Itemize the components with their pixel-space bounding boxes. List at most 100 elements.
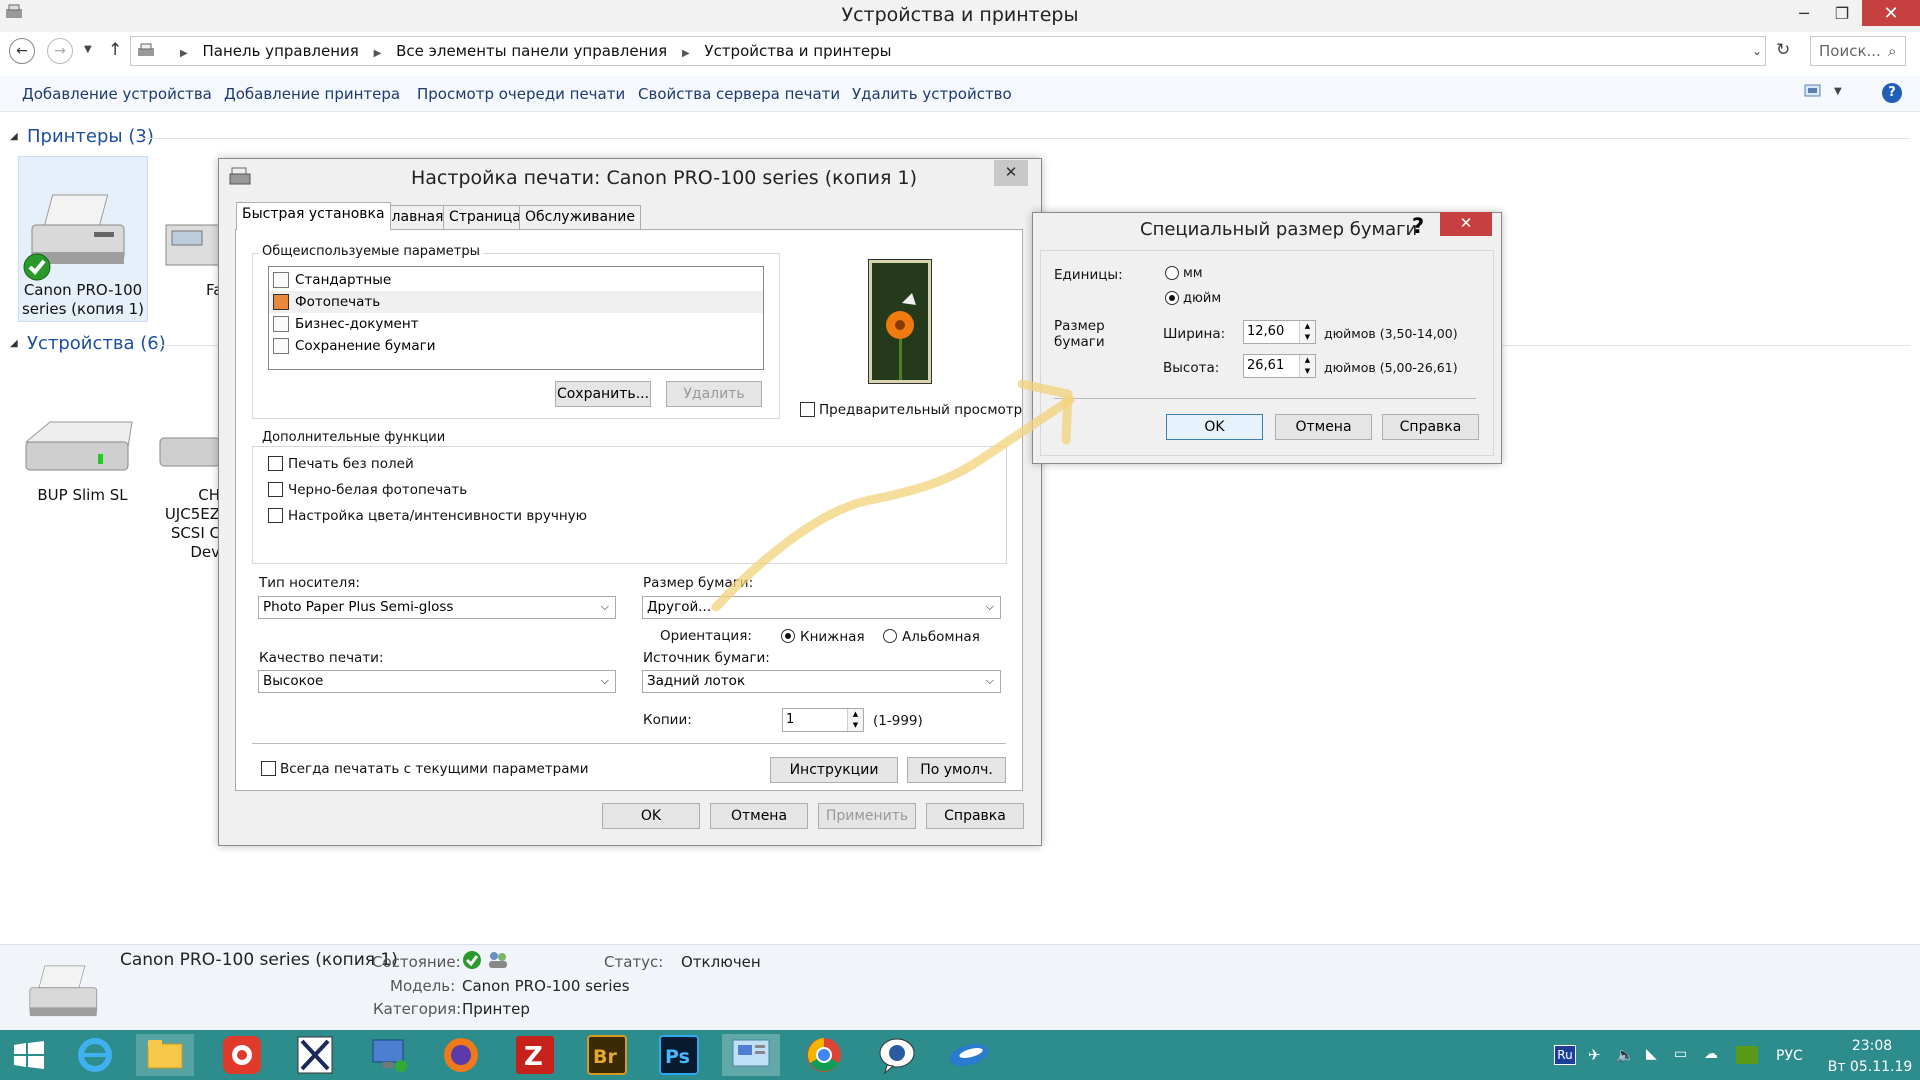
internet-explorer-icon[interactable] [66,1034,124,1076]
delete-button[interactable]: Удалить [666,381,762,407]
paper-size-label: Размер бумаги: [643,575,754,591]
stepper-arrows-icon[interactable]: ▲ ▼ [1299,355,1315,377]
search-icon[interactable]: ⌕ [1888,42,1896,60]
photoshop-icon[interactable]: Ps [650,1034,708,1076]
always-print-checkbox[interactable] [261,761,276,776]
chat-icon[interactable] [868,1034,926,1076]
paper-size-select[interactable]: Другой... ⌵ [642,596,1001,619]
custom-cancel-button[interactable]: Отмена [1275,414,1372,440]
start-button[interactable] [12,1040,46,1070]
filezilla-icon[interactable]: Z [506,1034,564,1076]
language-badge[interactable]: Ru [1554,1045,1576,1065]
refresh-icon[interactable]: ↻ [1776,40,1790,60]
firefox-icon[interactable] [432,1034,490,1076]
list-item-paper-saving[interactable]: Сохранение бумаги [269,335,763,357]
list-item-standard[interactable]: Стандартные [269,269,763,291]
stepper-arrows-icon[interactable]: ▲ ▼ [1299,321,1315,343]
context-help-button[interactable]: ? [1412,214,1424,238]
devices-group-header[interactable]: Устройства (6) [27,333,166,354]
app-red-icon[interactable] [213,1034,271,1076]
back-button[interactable]: ← [9,38,35,64]
media-type-select[interactable]: Photo Paper Plus Semi-gloss ⌵ [258,596,616,619]
drive-icon[interactable] [20,412,135,482]
cloud-icon[interactable]: ☁ [1704,1046,1718,1062]
collapse-devices-icon[interactable]: ◢ [10,338,18,349]
print-apply-button[interactable]: Применить [818,803,916,829]
file-explorer-icon[interactable] [136,1034,194,1076]
view-options-icon[interactable] [1804,84,1822,98]
unit-inch-radio[interactable] [1165,291,1179,305]
instructions-button[interactable]: Инструкции [770,757,898,783]
collapse-printers-icon[interactable]: ◢ [10,131,18,142]
remove-device-button[interactable]: Удалить устройство [852,85,1012,103]
paper-saving-icon [273,338,289,354]
help-icon[interactable]: ? [1882,83,1902,103]
landscape-radio[interactable] [883,629,897,643]
common-settings-list[interactable]: Стандартные Фотопечать Бизнес-документ С… [268,266,764,370]
volume-icon[interactable]: 🔈 [1616,1046,1635,1064]
custom-dialog-close-button[interactable]: ✕ [1440,212,1492,236]
print-quality-select[interactable]: Высокое ⌵ [258,670,616,693]
print-cancel-button[interactable]: Отмена [710,803,808,829]
bridge-icon[interactable]: Br [578,1034,636,1076]
copies-stepper[interactable]: 1 ▲ ▼ [782,708,864,732]
width-stepper[interactable]: 12,60 ▲ ▼ [1243,320,1316,344]
tab-page-setup[interactable]: Страница [443,205,527,229]
unit-mm-radio[interactable] [1165,266,1179,280]
input-language[interactable]: РУС [1776,1048,1803,1064]
portrait-radio[interactable] [781,629,795,643]
chevron-down-icon[interactable]: ⌄ [1752,44,1762,58]
list-item-business[interactable]: Бизнес-документ [269,313,763,335]
paper-source-select[interactable]: Задний лоток ⌵ [642,670,1001,693]
stepper-arrows-icon[interactable]: ▲ ▼ [847,709,863,731]
breadcrumb-item[interactable]: Все элементы панели управления [396,42,667,60]
clock-date[interactable]: Вт 05.11.19 [1822,1059,1918,1075]
network-icon[interactable]: ◣ [1646,1046,1657,1062]
tab-maintenance[interactable]: Обслуживание [519,205,641,229]
up-button[interactable]: ↑ [108,40,122,60]
portrait-label: Книжная [800,629,865,645]
save-button[interactable]: Сохранить... [555,381,651,407]
print-ok-button[interactable]: OK [602,803,700,829]
close-button[interactable]: ✕ [1862,0,1920,26]
list-item-label: Стандартные [295,272,392,288]
height-stepper[interactable]: 26,61 ▲ ▼ [1243,354,1316,378]
custom-help-button[interactable]: Справка [1382,414,1479,440]
control-panel-icon[interactable] [722,1034,780,1076]
grayscale-photo-checkbox[interactable] [268,482,283,497]
manual-color-checkbox[interactable] [268,508,283,523]
print-server-properties-button[interactable]: Свойства сервера печати [638,85,840,103]
chevron-down-icon: ⌵ [600,674,609,687]
breadcrumb-item[interactable]: Панель управления [202,42,358,60]
defaults-button[interactable]: По умолч. [907,757,1006,783]
add-printer-button[interactable]: Добавление принтера [224,85,400,103]
list-item-photo[interactable]: Фотопечать [269,291,763,313]
forward-button[interactable]: → [47,38,73,64]
history-dropdown-icon[interactable]: ▼ [84,44,92,55]
custom-ok-button[interactable]: OK [1166,414,1263,440]
nvidia-icon[interactable] [1736,1046,1758,1064]
maximize-button[interactable]: ❐ [1820,0,1864,26]
print-help-button[interactable]: Справка [926,803,1024,829]
view-dropdown-icon[interactable]: ▼ [1834,86,1842,97]
chrome-icon[interactable] [795,1034,853,1076]
notification-icon[interactable]: ✈ [1588,1046,1601,1064]
network-pc-icon[interactable] [360,1034,418,1076]
app-blue-icon[interactable] [940,1034,998,1076]
device-tray-icon[interactable]: ▭ [1674,1046,1687,1062]
paper-size-label-line: Размер [1054,318,1105,334]
print-dialog-close-button[interactable]: ✕ [994,160,1028,186]
add-device-button[interactable]: Добавление устройства [22,85,212,103]
clock-time[interactable]: 23:08 [1842,1038,1902,1054]
breadcrumb-item[interactable]: Устройства и принтеры [704,42,891,60]
fax-icon[interactable] [160,205,220,275]
app-editor-icon[interactable] [286,1034,344,1076]
optical-drive-icon[interactable] [158,418,218,478]
borderless-checkbox[interactable] [268,456,283,471]
printers-group-header[interactable]: Принтеры (3) [27,126,154,147]
tab-quick-setup[interactable]: Быстрая установка [236,202,391,230]
preview-checkbox[interactable] [800,402,815,417]
details-category-label: Категория: [373,1000,462,1018]
printer-folder-icon [136,42,158,60]
print-queue-button[interactable]: Просмотр очереди печати [417,85,625,103]
